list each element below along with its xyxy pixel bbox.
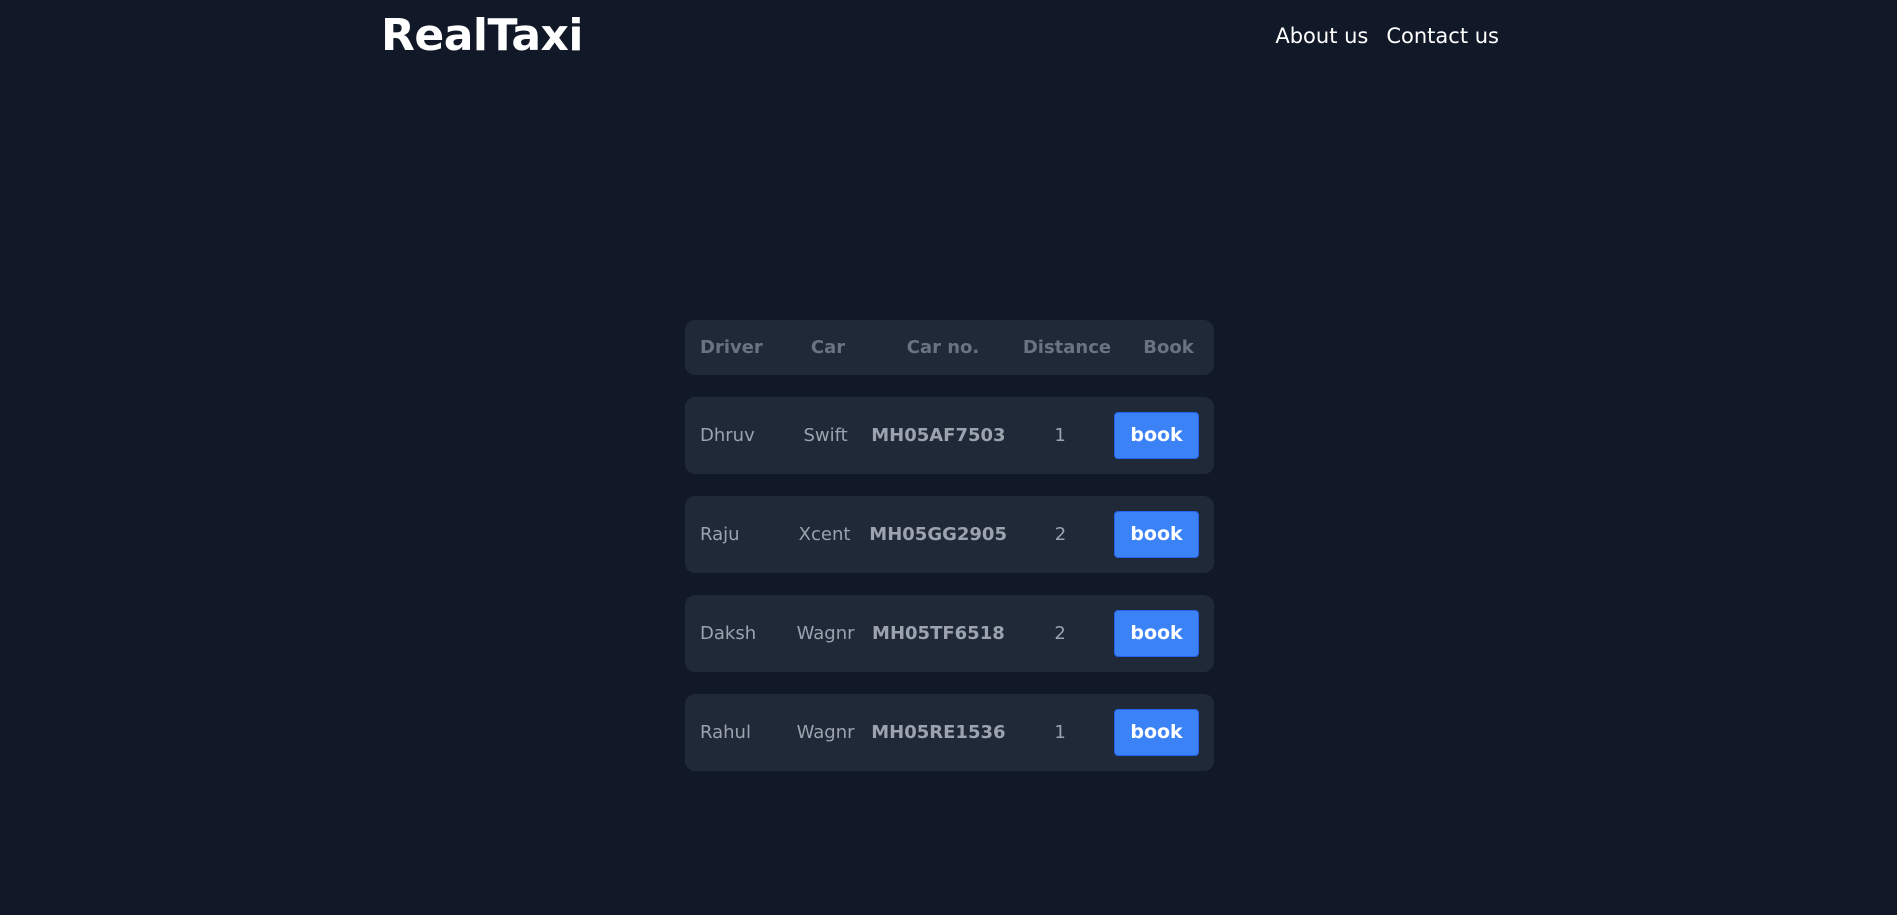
driver-cell: Daksh — [700, 623, 757, 644]
distance-cell: 1 — [1054, 425, 1066, 446]
book-cell: book — [1114, 511, 1199, 558]
nav-about-us-link[interactable]: About us — [1275, 22, 1368, 50]
column-header-car-no: Car no. — [906, 337, 980, 358]
distance-cell: 1 — [1054, 722, 1066, 743]
car-no-cell: MH05AF7503 — [871, 425, 1006, 446]
table-row: Raju Xcent MH05GG2905 2 book — [685, 496, 1214, 573]
car-cell: Wagnr — [796, 623, 855, 644]
driver-cell: Rahul — [700, 722, 751, 743]
column-header-book: Book — [1143, 337, 1194, 358]
car-cell: Xcent — [798, 524, 851, 545]
distance-cell: 2 — [1054, 623, 1066, 644]
car-cell: Wagnr — [796, 722, 855, 743]
car-no-cell: MH05TF6518 — [872, 623, 1005, 644]
column-header-car: Car — [810, 337, 846, 358]
table-row: Dhruv Swift MH05AF7503 1 book — [685, 397, 1214, 474]
car-cell: Swift — [803, 425, 848, 446]
nav-contact-us-link[interactable]: Contact us — [1386, 22, 1499, 50]
driver-cell: Dhruv — [700, 425, 755, 446]
distance-cell: 2 — [1054, 524, 1067, 545]
book-button[interactable]: book — [1114, 511, 1199, 558]
book-button[interactable]: book — [1114, 610, 1200, 657]
book-button[interactable]: book — [1114, 412, 1200, 459]
table-row: Daksh Wagnr MH05TF6518 2 book — [685, 595, 1214, 672]
column-header-distance: Distance — [1022, 337, 1112, 358]
car-no-cell: MH05RE1536 — [871, 722, 1006, 743]
book-cell: book — [1114, 709, 1200, 756]
drivers-table: Driver Car Car no. Distance Book Dhruv S… — [685, 320, 1214, 771]
table-row: Rahul Wagnr MH05RE1536 1 book — [685, 694, 1214, 771]
top-nav: About us Contact us — [1275, 22, 1499, 50]
brand-logo[interactable]: RealTaxi — [381, 10, 584, 62]
column-header-driver: Driver — [700, 337, 763, 358]
book-cell: book — [1114, 610, 1200, 657]
car-no-cell: MH05GG2905 — [869, 524, 1007, 545]
table-header-row: Driver Car Car no. Distance Book — [685, 320, 1214, 375]
driver-cell: Raju — [700, 524, 740, 545]
header: RealTaxi About us Contact us — [0, 0, 1897, 72]
book-cell: book — [1114, 412, 1200, 459]
book-button[interactable]: book — [1114, 709, 1200, 756]
